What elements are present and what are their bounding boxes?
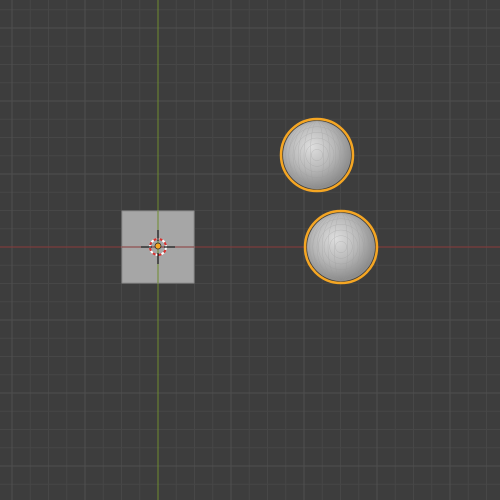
grid-major-lines bbox=[0, 0, 500, 500]
grid-minor-lines bbox=[0, 0, 500, 500]
sphere-1-object[interactable] bbox=[279, 117, 355, 193]
3d-viewport[interactable] bbox=[0, 0, 500, 500]
viewport-canvas[interactable] bbox=[0, 0, 500, 500]
sphere-2-object[interactable] bbox=[303, 209, 379, 285]
